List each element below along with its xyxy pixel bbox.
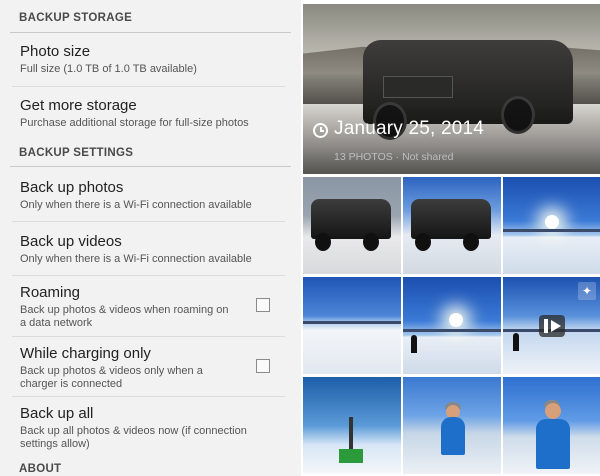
photo-thumbnail[interactable] bbox=[303, 377, 401, 474]
setting-subtitle: Only when there is a Wi-Fi connection av… bbox=[20, 253, 252, 265]
section-header-backup-storage: BACKUP STORAGE bbox=[19, 12, 133, 24]
album-meta: 13 PHOTOS · Not shared bbox=[334, 151, 454, 163]
setting-get-more-storage[interactable]: Get more storage Purchase additional sto… bbox=[0, 88, 301, 140]
photo-album-panel: January 25, 2014 13 PHOTOS · Not shared … bbox=[301, 0, 600, 476]
setting-subtitle: Only when there is a Wi-Fi connection av… bbox=[20, 199, 252, 211]
section-divider bbox=[10, 166, 291, 167]
person-head bbox=[545, 403, 561, 419]
setting-title: Roaming bbox=[20, 284, 81, 301]
setting-title: Back up all bbox=[20, 405, 94, 422]
setting-subtitle: Purchase additional storage for full-siz… bbox=[20, 117, 249, 129]
roaming-checkbox[interactable] bbox=[256, 298, 270, 312]
photo-thumbnail[interactable] bbox=[503, 377, 600, 474]
setting-back-up-videos[interactable]: Back up videos Only when there is a Wi-F… bbox=[0, 222, 301, 274]
setting-title: Back up photos bbox=[20, 179, 124, 196]
truck-wheel bbox=[363, 233, 379, 251]
setting-subtitle-line2: settings allow) bbox=[20, 438, 90, 450]
clock-icon bbox=[313, 123, 328, 138]
truck-wheel bbox=[415, 233, 431, 251]
photo-thumbnail[interactable] bbox=[303, 277, 401, 374]
while-charging-checkbox[interactable] bbox=[256, 359, 270, 373]
video-play-icon bbox=[539, 315, 565, 337]
backup-settings-panel: BACKUP STORAGE Photo size Full size (1.0… bbox=[0, 0, 301, 476]
setting-title: Photo size bbox=[20, 43, 91, 60]
setting-title: While charging only bbox=[20, 345, 151, 362]
photo-thumbnail[interactable] bbox=[403, 277, 501, 374]
cover-truck-grill bbox=[383, 76, 453, 98]
auto-awesome-icon: ✦ bbox=[578, 282, 596, 300]
setting-title: Get more storage bbox=[20, 97, 137, 114]
setting-title: Back up videos bbox=[20, 233, 122, 250]
ice-fishing-base bbox=[339, 449, 363, 463]
photo-thumbnail[interactable] bbox=[403, 177, 501, 274]
horizon-shape bbox=[503, 229, 600, 232]
sun-shape bbox=[449, 313, 463, 327]
section-header-about: ABOUT bbox=[19, 463, 62, 475]
setting-subtitle-line1: Back up photos & videos when roaming on bbox=[20, 304, 229, 316]
setting-while-charging-only[interactable]: While charging only Back up photos & vid… bbox=[0, 337, 301, 395]
setting-back-up-photos[interactable]: Back up photos Only when there is a Wi-F… bbox=[0, 168, 301, 220]
video-thumbnail[interactable]: ✦ bbox=[503, 277, 600, 374]
setting-subtitle: Full size (1.0 TB of 1.0 TB available) bbox=[20, 63, 197, 75]
truck-wheel bbox=[315, 233, 331, 251]
setting-subtitle-line2: a data network bbox=[20, 317, 93, 329]
person-shape bbox=[411, 335, 417, 353]
section-header-backup-settings: BACKUP SETTINGS bbox=[19, 147, 134, 159]
setting-subtitle-line2: charger is connected bbox=[20, 378, 123, 390]
photo-thumbnail[interactable] bbox=[303, 177, 401, 274]
sun-shape bbox=[545, 215, 559, 229]
setting-subtitle-line1: Back up all photos & videos now (if conn… bbox=[20, 425, 247, 437]
setting-roaming[interactable]: Roaming Back up photos & videos when roa… bbox=[0, 276, 301, 334]
photo-thumbnail[interactable] bbox=[503, 177, 600, 274]
person-shape bbox=[513, 333, 519, 351]
setting-photo-size[interactable]: Photo size Full size (1.0 TB of 1.0 TB a… bbox=[0, 34, 301, 86]
person-torso bbox=[536, 419, 570, 469]
horizon-shape bbox=[303, 321, 401, 324]
album-cover-photo[interactable]: January 25, 2014 13 PHOTOS · Not shared bbox=[303, 4, 600, 174]
setting-subtitle-line1: Back up photos & videos only when a bbox=[20, 365, 203, 377]
person-torso bbox=[441, 417, 465, 455]
truck-wheel bbox=[463, 233, 479, 251]
item-divider bbox=[12, 86, 285, 87]
horizon-shape bbox=[403, 329, 501, 332]
section-divider bbox=[10, 32, 291, 33]
setting-back-up-all[interactable]: Back up all Back up all photos & videos … bbox=[0, 397, 301, 455]
album-date: January 25, 2014 bbox=[334, 118, 485, 139]
photo-thumbnail[interactable] bbox=[403, 377, 501, 474]
